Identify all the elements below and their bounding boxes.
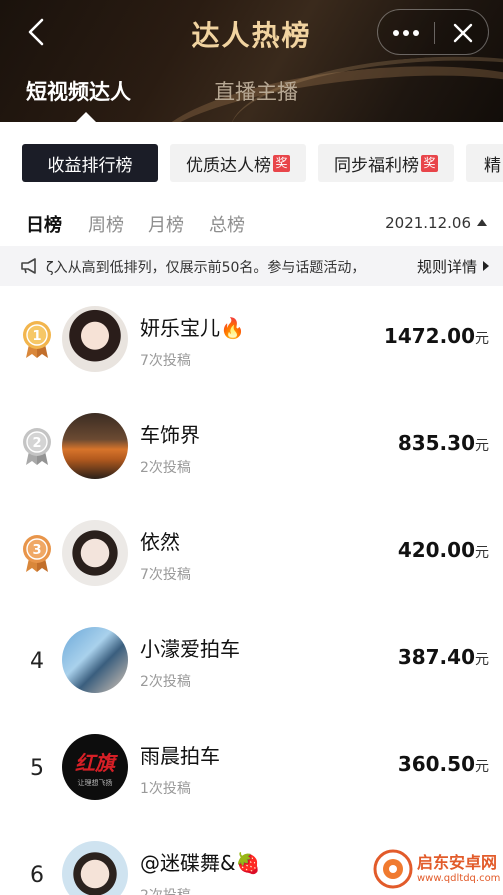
active-tab-indicator (76, 112, 96, 122)
avatar-logo-subtext: 让理想飞扬 (77, 778, 113, 787)
chip-earnings-ranking[interactable]: 收益排行榜 (22, 144, 158, 182)
ranking-row[interactable]: 4 小濛爱拍车 2次投稿 387.40元 (0, 607, 503, 714)
ranking-row[interactable]: 5 红旗 让理想飞扬 雨晨拍车 1次投稿 360.50元 (0, 714, 503, 821)
silver-medal-icon: 2 (23, 428, 51, 465)
tab-daily[interactable]: 日榜 (26, 211, 62, 237)
avatar (62, 306, 128, 372)
tab-weekly[interactable]: 周榜 (88, 211, 124, 237)
amount-unit: 元 (475, 438, 489, 454)
amount-unit: 元 (475, 652, 489, 668)
period-tabs: 日榜 周榜 月榜 总榜 2021.12.06 (0, 202, 503, 246)
avatar (62, 413, 128, 479)
creator-name: 小濛爱拍车 (140, 637, 240, 661)
creator-name: 依然 (140, 530, 180, 554)
avatar (62, 627, 128, 693)
reward-badge: 奖 (273, 154, 290, 172)
tab-total[interactable]: 总榜 (209, 211, 245, 237)
rules-detail-label: 规则详情 (416, 258, 477, 276)
header: 达人热榜 短视频达人 直播主播 (0, 0, 503, 122)
earnings-amount: 420.00元 (398, 538, 489, 562)
watermark-name: 启东安卓网 (417, 853, 498, 872)
post-count: 7次投稿 (140, 567, 191, 583)
date-value: 2021.12.06 (385, 214, 471, 232)
close-icon (453, 23, 472, 43)
earnings-amount: 360.50元 (398, 752, 489, 776)
more-button[interactable] (378, 10, 434, 56)
creator-name: 车饰界 (140, 423, 200, 447)
post-count: 2次投稿 (140, 885, 191, 895)
creator-name: 雨晨拍车 (140, 744, 220, 768)
rank-number: 6 (30, 863, 44, 888)
bronze-medal-icon: 3 (23, 535, 51, 572)
notice-bar: ζ入从高到低排列，仅展示前50名。参与话题活动， 规则详情 (0, 246, 503, 286)
ranking-row[interactable]: 2 车饰界 2次投稿 835.30元 (0, 393, 503, 500)
reward-badge: 奖 (421, 154, 438, 172)
gold-medal-icon: 1 (23, 321, 51, 358)
post-count: 1次投稿 (140, 781, 191, 797)
megaphone-icon (21, 258, 36, 274)
avatar-logo-text: 红旗 (75, 750, 115, 775)
chip-label: 同步福利榜 (334, 155, 419, 176)
earnings-amount: 1472.00元 (384, 324, 489, 348)
triangle-up-icon (477, 219, 487, 226)
avatar: 红旗 让理想飞扬 (62, 734, 128, 800)
rank-number: 4 (30, 649, 44, 674)
amount-value: 360.50 (397, 752, 475, 776)
watermark-url: www.qdltdq.com (417, 873, 501, 884)
close-button[interactable] (435, 10, 490, 56)
tab-monthly[interactable]: 月榜 (148, 211, 184, 237)
amount-value: 420.00 (397, 538, 475, 562)
avatar (62, 520, 128, 586)
amount-value: 387.40 (397, 645, 475, 669)
chip-label: 收益排行榜 (47, 155, 133, 176)
avatar (62, 841, 128, 895)
ranking-row[interactable]: 1 妍乐宝儿🔥 7次投稿 1472.00元 (0, 286, 503, 393)
post-count: 2次投稿 (140, 460, 191, 476)
chip-label: 精 (484, 155, 501, 176)
amount-unit: 元 (475, 331, 489, 347)
creator-name: 妍乐宝儿🔥 (140, 316, 245, 340)
post-count: 2次投稿 (140, 674, 191, 690)
chip-sync-welfare[interactable]: 同步福利榜 奖 (318, 144, 454, 182)
earnings-amount: 387.40元 (398, 645, 489, 669)
chip-label: 优质达人榜 (186, 155, 271, 176)
amount-value: 1472.00 (383, 324, 475, 348)
post-count: 7次投稿 (140, 353, 191, 369)
tab-live[interactable]: 直播主播 (214, 76, 298, 106)
creator-name: @迷碟舞&🍓 (140, 851, 261, 875)
watermark-logo-icon (373, 849, 413, 889)
svg-text:1: 1 (32, 329, 41, 344)
category-chips: 收益排行榜 优质达人榜 奖 同步福利榜 奖 精 (0, 122, 503, 202)
rank-number: 5 (30, 756, 44, 781)
notice-text: ζ入从高到低排列，仅展示前50名。参与话题活动， (46, 260, 366, 276)
ranking-row[interactable]: 3 依然 7次投稿 420.00元 (0, 500, 503, 607)
rules-detail-link[interactable]: 规则详情 (417, 256, 489, 277)
date-selector[interactable]: 2021.12.06 (385, 214, 487, 232)
watermark: 启东安卓网 www.qdltdq.com (373, 847, 501, 891)
svg-text:3: 3 (32, 543, 41, 558)
amount-unit: 元 (475, 545, 489, 561)
mini-program-capsule (377, 9, 489, 55)
chip-quality-creators[interactable]: 优质达人榜 奖 (170, 144, 306, 182)
amount-unit: 元 (475, 759, 489, 775)
tab-short-video[interactable]: 短视频达人 (26, 76, 131, 106)
amount-value: 835.30 (397, 431, 475, 455)
earnings-amount: 835.30元 (398, 431, 489, 455)
svg-text:2: 2 (32, 436, 41, 451)
chip-more[interactable]: 精 (466, 144, 503, 182)
caret-right-icon (483, 261, 489, 271)
more-dots-icon (393, 30, 419, 36)
